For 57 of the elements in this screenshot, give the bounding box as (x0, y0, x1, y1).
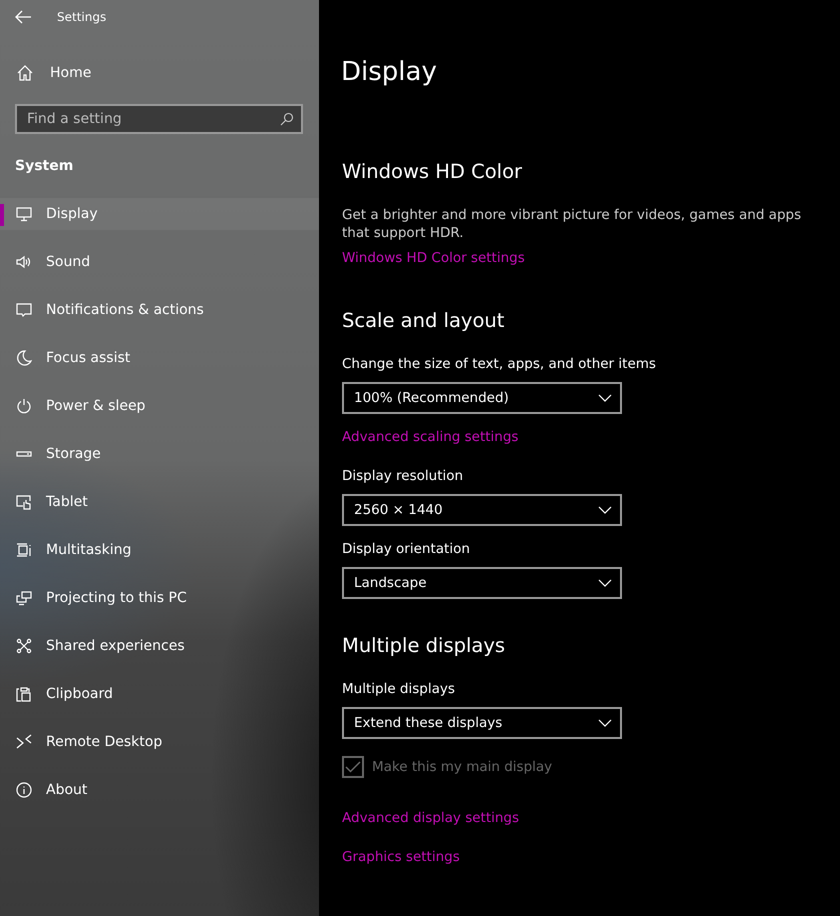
search-field[interactable]: Find a setting (15, 104, 303, 134)
dropdown[interactable]: 100% (Recommended) (342, 382, 622, 414)
settings-link[interactable]: Advanced scaling settings (342, 428, 518, 446)
sidebar-item[interactable]: Remote Desktop (0, 726, 319, 758)
sidebar-item[interactable]: Projecting to this PC (0, 582, 319, 614)
settings-link[interactable]: Windows HD Color settings (342, 249, 525, 267)
dropdown[interactable]: Landscape (342, 567, 622, 599)
section-heading: System (15, 157, 74, 176)
settings-link[interactable]: Graphics settings (342, 848, 460, 866)
sidebar-item[interactable]: About (0, 774, 319, 806)
sidebar-item[interactable]: Focus assist (0, 342, 319, 374)
power-icon (15, 397, 33, 415)
check-mark-icon (345, 761, 361, 773)
field-label: Display resolution (342, 467, 464, 485)
house-icon (16, 64, 34, 82)
chevron-down-icon (598, 719, 612, 727)
chevron-down-icon (598, 506, 612, 514)
sidebar-item[interactable]: Clipboard (0, 678, 319, 710)
selection-bar (0, 204, 4, 226)
speech-bubble-icon (15, 301, 33, 319)
home-link[interactable]: Home (0, 56, 319, 90)
network-nodes-icon (15, 637, 33, 655)
description-text: Get a brighter and more vibrant picture for videos, games and apps that support HDR. (342, 206, 802, 242)
search-icon (280, 112, 294, 126)
section-heading: Scale and layout (342, 308, 506, 334)
field-label: Change the size of text, apps, and other items (342, 355, 657, 373)
drive-icon (16, 451, 32, 457)
back-arrow-icon[interactable] (14, 10, 32, 24)
section-heading: Windows HD Color (342, 159, 524, 185)
chevron-down-icon (598, 394, 612, 402)
remote-desktop-icon (15, 733, 33, 751)
sidebar-item[interactable]: Tablet (0, 486, 319, 518)
tablet-hand-icon (15, 493, 33, 511)
sidebar-item[interactable]: Sound (0, 246, 319, 278)
sidebar-item[interactable]: Multitasking (0, 534, 319, 566)
field-label: Multiple displays (342, 680, 456, 698)
sidebar-item[interactable]: Display (0, 198, 319, 230)
checkbox-label: Make this my main display (372, 759, 552, 775)
info-icon (15, 781, 33, 799)
section-heading: Multiple displays (342, 633, 506, 659)
monitor-icon (15, 205, 33, 223)
dropdown[interactable]: Extend these displays (342, 707, 622, 739)
dropdown[interactable]: 2560 × 1440 (342, 494, 622, 526)
projector-icon (15, 589, 33, 607)
sidebar-item[interactable]: Power & sleep (0, 390, 319, 422)
sidebar-item[interactable]: Notifications & actions (0, 294, 319, 326)
multitasking-icon (15, 541, 33, 559)
clipboard-icon (15, 685, 33, 703)
settings-link[interactable]: Advanced display settings (342, 809, 520, 827)
field-label: Display orientation (342, 540, 471, 558)
moon-icon (15, 349, 33, 367)
window-title: Settings (57, 10, 106, 24)
speaker-icon (15, 253, 33, 271)
sidebar-item[interactable]: Storage (0, 438, 319, 470)
chevron-down-icon (598, 579, 612, 587)
page-title: Display (341, 56, 438, 89)
sidebar-item[interactable]: Shared experiences (0, 630, 319, 662)
